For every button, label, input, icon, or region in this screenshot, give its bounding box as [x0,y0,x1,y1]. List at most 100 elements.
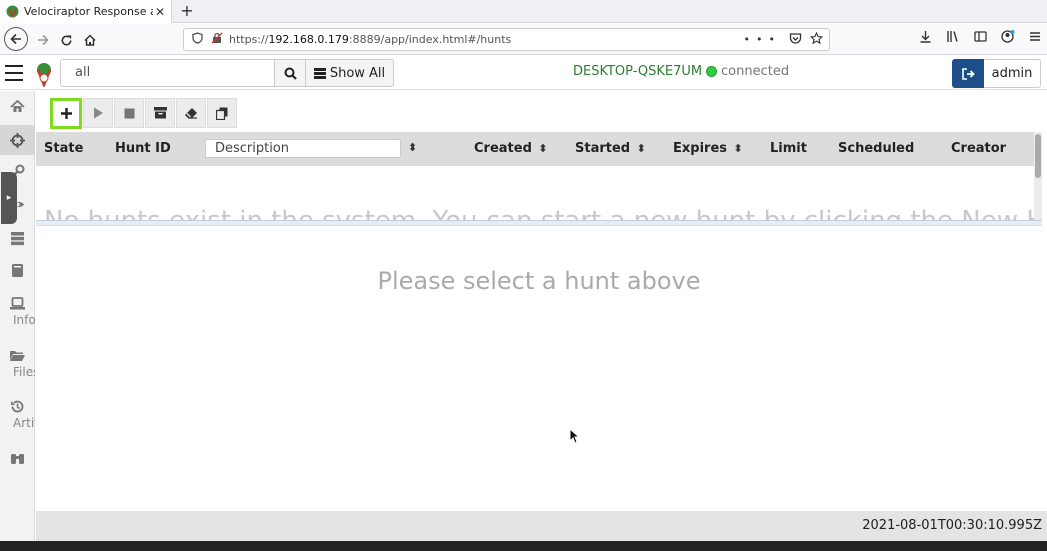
archive-icon [153,107,167,119]
url-text: https://192.168.0.179:8889/app/index.htm… [229,33,512,46]
column-scheduled: Scheduled [838,141,915,156]
logout-button[interactable] [952,59,984,88]
reload-button[interactable] [54,28,78,52]
pane-splitter[interactable] [36,220,1042,226]
empty-table-message: No hunts exist in the system. You can st… [44,206,1042,221]
sidebar: Info Files Artifacts [0,91,35,541]
sidebar-item-home[interactable] [0,99,35,114]
client-search-input[interactable]: all [60,59,275,87]
sidebar-item-label: Artifacts [13,416,35,430]
column-expires[interactable]: Expires ⬍ [673,141,743,156]
stop-hunt-button[interactable] [114,98,144,128]
browser-tab[interactable]: Velociraptor Response an ✕ [0,0,172,23]
sort-icon: ⬍ [733,142,743,155]
scrollbar-thumb[interactable] [1035,134,1041,178]
copy-icon [216,107,228,120]
bookmark-star-icon[interactable] [809,31,824,48]
plus-icon [60,108,72,119]
search-button[interactable] [275,59,306,87]
page-actions-icon[interactable]: ••• [744,33,781,46]
home-icon [84,34,96,46]
hunt-toolbar [50,98,238,129]
sidebar-item-notebooks[interactable] [0,263,35,278]
connection-status: connected [706,64,789,79]
play-icon [93,107,103,119]
server-timestamp: 2021-08-01T00:30:10.995Z [862,518,1042,533]
home-icon [10,99,25,112]
sidebar-toggle-icon[interactable] [974,30,987,46]
status-text: connected [721,64,790,79]
menu-icon[interactable] [1029,30,1041,46]
description-filter-input[interactable]: Description [205,139,401,158]
hunt-table-header: State Hunt ID Description ⬍ Created ⬍ St… [36,132,1042,166]
folder-open-icon [10,351,25,361]
delete-hunt-button[interactable] [176,98,206,128]
eraser-icon [185,108,197,119]
browser-nav-bar: https://192.168.0.179:8889/app/index.htm… [0,24,1047,55]
sidebar-item-events[interactable] [0,231,35,246]
back-arrow-icon [10,33,21,45]
client-hostname[interactable]: DESKTOP-QSKE7UM [573,64,702,79]
back-button[interactable] [4,27,28,51]
home-button[interactable] [78,28,102,52]
column-state: State [44,141,84,156]
select-hunt-placeholder: Please select a hunt above [377,267,701,295]
hunt-table-body: No hunts exist in the system. You can st… [36,166,1042,221]
archive-hunt-button[interactable] [145,98,175,128]
binoculars-icon [11,454,24,464]
column-started[interactable]: Started ⬍ [575,141,646,156]
laptop-icon [10,297,25,310]
sidebar-item-files[interactable]: Files [0,348,35,379]
new-tab-button[interactable]: + [178,1,196,20]
sort-icon: ⬍ [538,142,548,155]
user-button[interactable]: admin [984,59,1041,88]
insecure-lock-icon[interactable] [211,32,223,47]
account-icon[interactable] [1001,30,1015,46]
url-bar[interactable]: https://192.168.0.179:8889/app/index.htm… [183,28,830,51]
sidebar-item-search[interactable] [0,451,35,466]
browser-tab-bar: Velociraptor Response an ✕ + [0,0,1047,23]
column-created[interactable]: Created ⬍ [474,141,548,156]
hunt-table-scrollbar[interactable] [1034,132,1042,221]
pocket-icon[interactable] [789,32,802,48]
show-all-label: Show All [329,65,386,81]
search-icon [284,67,297,80]
stop-icon [124,108,134,118]
tab-title: Velociraptor Response an [24,5,153,18]
book-icon [12,264,23,277]
sidebar-expand-handle[interactable]: ▸ [1,172,17,224]
server-icon [11,232,24,246]
sidebar-item-label: Files [13,365,35,379]
status-footer: 2021-08-01T00:30:10.995Z [36,511,1047,541]
velociraptor-logo-icon[interactable] [34,61,54,87]
bottom-edge [0,541,1047,551]
downloads-icon[interactable] [919,30,932,46]
hunt-detail-pane: Please select a hunt above [36,227,1042,511]
reload-icon [61,34,71,45]
connected-status-icon [706,66,717,77]
sidebar-item-artifacts[interactable]: Artifacts [0,399,35,430]
mouse-cursor-icon [569,428,581,444]
copy-hunt-button[interactable] [207,98,237,128]
sign-out-icon [961,67,975,80]
sidebar-item-label: Info [13,313,35,327]
hamburger-menu-icon[interactable] [5,65,23,81]
velociraptor-favicon-icon [6,5,19,18]
run-hunt-button[interactable] [83,98,113,128]
forward-arrow-icon [38,34,49,46]
history-icon [11,400,24,413]
sidebar-item-host-info[interactable]: Info [0,296,35,327]
close-tab-icon[interactable]: ✕ [153,5,167,19]
sidebar-item-hunt-manager[interactable] [0,125,35,155]
column-limit: Limit [770,141,807,156]
list-icon [313,67,326,79]
new-hunt-button[interactable] [50,98,82,129]
sort-description-icon[interactable]: ⬍ [408,141,417,154]
sort-icon: ⬍ [636,142,646,155]
library-icon[interactable] [946,30,960,46]
crosshairs-icon [10,132,25,148]
show-all-button[interactable]: Show All [306,59,394,87]
forward-button[interactable] [31,28,55,52]
shield-icon[interactable] [192,32,203,47]
column-hunt-id: Hunt ID [115,141,171,156]
